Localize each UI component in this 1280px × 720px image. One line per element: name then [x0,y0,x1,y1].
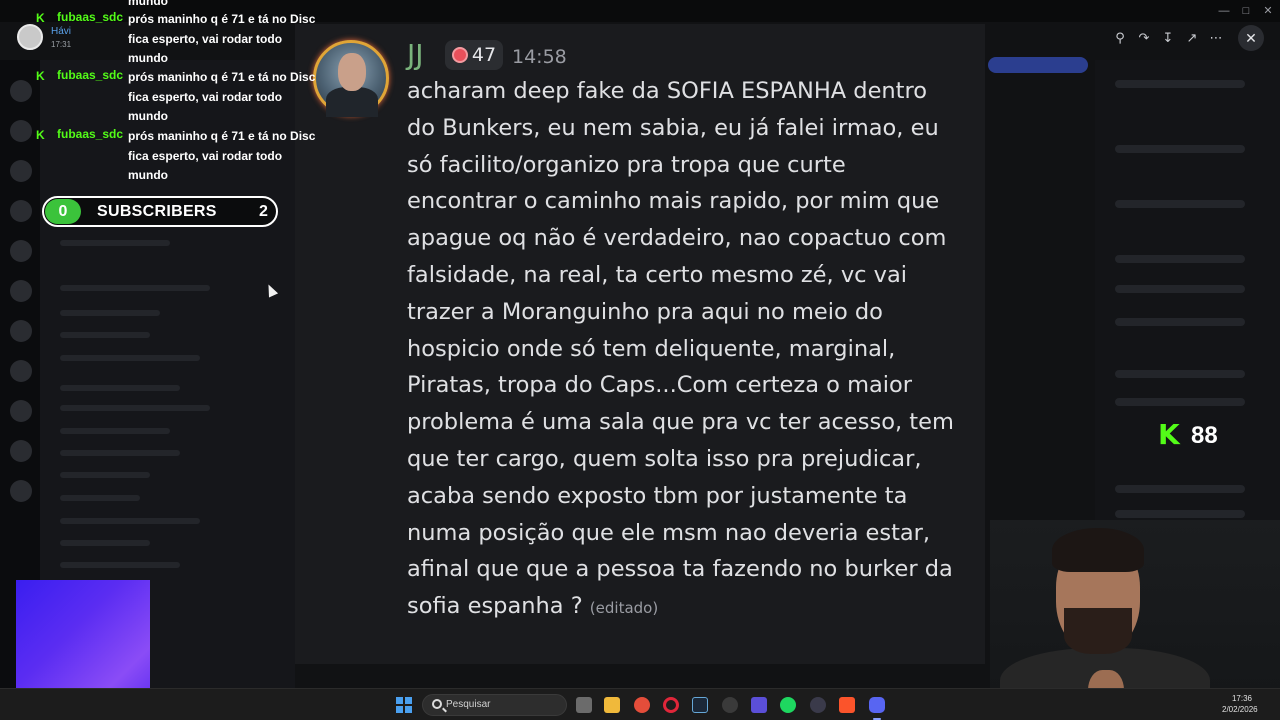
channel-item[interactable] [60,562,180,568]
member-item[interactable] [1115,285,1245,293]
app-arrow-icon[interactable] [810,697,826,713]
subscribers-left-count: 0 [45,199,81,224]
kick-badge-icon: K [36,128,45,142]
search-icon [432,699,442,709]
subscriber-avatar [17,24,43,50]
channel-item[interactable] [60,472,150,478]
member-item[interactable] [1115,510,1245,518]
channel-item[interactable] [60,310,160,316]
member-item[interactable] [1115,80,1245,88]
chat-username: fubaas_sdc [57,68,124,82]
channel-item[interactable] [60,355,200,361]
server-icon[interactable] [10,160,32,182]
discord-icon[interactable] [869,697,885,713]
server-icon[interactable] [10,240,32,262]
voice-status-pill [988,57,1088,73]
app-grid-icon[interactable] [751,697,767,713]
subscribers-widget: 0 SUBSCRIBERS 2 [42,196,278,227]
channel-item[interactable] [60,540,150,546]
channel-item[interactable] [60,450,180,456]
brave-icon[interactable] [839,697,855,713]
member-item[interactable] [1115,145,1245,153]
server-icon[interactable] [10,360,32,382]
tray-clock[interactable]: 17:36 2/02/2026 [1222,693,1258,715]
window-close-icon[interactable]: ✕ [1258,4,1278,18]
member-item[interactable] [1115,398,1245,406]
message-text: acharam deep fake da SOFIA ESPANHA dentr… [407,78,954,620]
channel-item[interactable] [60,332,150,338]
member-item[interactable] [1115,255,1245,263]
tray-time: 17:36 [1231,694,1252,703]
chat-text: prós maninho q é 71 e tá no Disc fica es… [128,70,316,123]
opera-icon[interactable] [663,697,679,713]
taskbar: Pesquisar 17:36 2/02/2026 [0,688,1280,720]
message-content: acharam deep fake da SOFIA ESPANHA dentr… [407,73,962,627]
chat-text: prós maninho q é 71 e tá no Disc fica es… [128,129,316,182]
download-icon[interactable]: ↧ [1156,29,1180,47]
chrome-icon[interactable] [634,697,650,713]
server-icon[interactable] [10,400,32,422]
app-icon[interactable] [722,697,738,713]
heart-badge-icon [451,47,468,63]
viewer-count-widget: K 88 [1158,420,1238,452]
server-icon[interactable] [10,480,32,502]
channel-item[interactable] [60,428,170,434]
tray-date: 2/02/2026 [1222,705,1258,714]
search-placeholder: Pesquisar [446,699,491,710]
message-username[interactable]: JJ [407,38,424,71]
chat-text: prós maninho q é 71 e tá no Disc fica es… [128,12,316,65]
chat-fragment: mundo [128,0,168,8]
subscriber-name: Hávi [51,26,72,37]
zoom-icon[interactable]: ⚲ [1108,29,1132,47]
server-icon[interactable] [10,280,32,302]
kick-logo-icon: K [1158,418,1180,451]
subscribers-label: SUBSCRIBERS [97,203,217,220]
kick-badge-icon: K [36,11,45,25]
edited-label: (editado) [589,599,659,618]
subscriber-time: 17:31 [51,40,72,49]
avatar[interactable] [313,40,389,117]
viewer-toolbar: ⚲ ↷ ↧ ↗ ⋯ [1108,29,1228,47]
forward-icon[interactable]: ↷ [1132,29,1156,47]
subscribers-right-count: 2 [259,203,268,220]
spotify-icon[interactable] [780,697,796,713]
taskbar-search[interactable]: Pesquisar [422,694,567,716]
minimize-icon[interactable]: — [1214,4,1234,18]
server-icon[interactable] [10,80,32,102]
server-icon[interactable] [10,320,32,342]
viewer-count: 88 [1191,422,1218,449]
more-options-icon[interactable]: ⋯ [1204,29,1228,47]
server-icon[interactable] [10,120,32,142]
close-icon: ✕ [1245,30,1257,46]
steam-icon[interactable] [692,697,708,713]
kick-badge-icon: K [36,69,45,83]
webcam-person-beard [1064,608,1132,654]
heart-badge: 47 [445,40,503,70]
chat-username: fubaas_sdc [57,127,124,141]
channel-item[interactable] [60,385,180,391]
close-viewer-button[interactable]: ✕ [1238,25,1264,51]
member-item[interactable] [1115,200,1245,208]
avatar-figure-face [338,53,366,91]
channel-item[interactable] [60,405,210,411]
member-item[interactable] [1115,318,1245,326]
task-view-icon[interactable] [576,697,592,713]
message-timestamp: 14:58 [512,46,567,68]
server-icon[interactable] [10,200,32,222]
badge-count: 47 [471,44,497,66]
open-external-icon[interactable]: ↗ [1180,29,1204,47]
channel-item[interactable] [60,240,170,246]
maximize-icon[interactable]: □ [1236,4,1256,18]
windows-start-icon[interactable] [396,697,412,713]
webcam-person-hair [1052,528,1144,572]
file-explorer-icon[interactable] [604,697,620,713]
member-item[interactable] [1115,485,1245,493]
channel-item[interactable] [60,495,140,501]
chat-username: fubaas_sdc [57,10,124,24]
server-icon[interactable] [10,440,32,462]
member-item[interactable] [1115,370,1245,378]
channel-item[interactable] [60,518,200,524]
channel-item[interactable] [60,285,210,291]
avatar-figure-suit [326,87,378,117]
